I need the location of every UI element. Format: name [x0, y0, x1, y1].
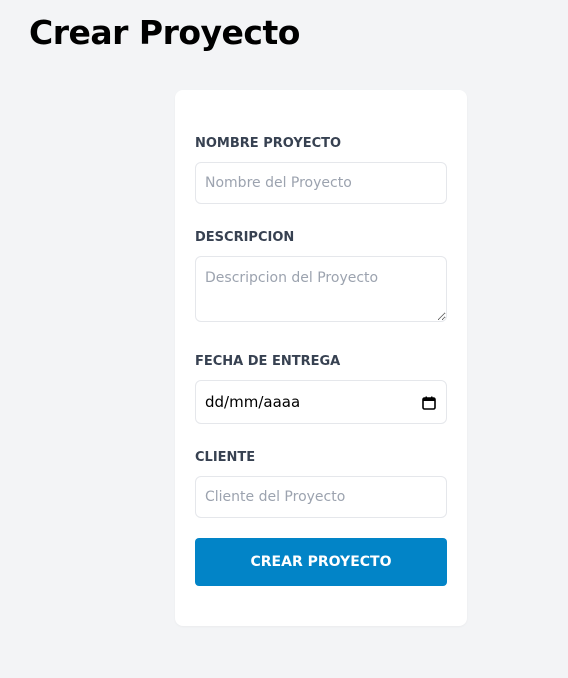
- descripcion-label: DESCRIPCION: [195, 230, 295, 245]
- cliente-label: CLIENTE: [195, 450, 256, 465]
- nombre-input[interactable]: [195, 162, 447, 204]
- create-project-page: Crear Proyecto NOMBRE PROYECTO DESCRIPCI…: [0, 0, 568, 678]
- crear-proyecto-button[interactable]: CREAR PROYECTO: [195, 538, 447, 586]
- project-form: NOMBRE PROYECTO DESCRIPCION FECHA DE ENT…: [175, 90, 467, 626]
- fecha-input[interactable]: dd/mm/aaaa: [195, 380, 447, 424]
- calendar-icon[interactable]: [422, 395, 436, 410]
- descripcion-textarea[interactable]: [195, 256, 447, 322]
- nombre-label: NOMBRE PROYECTO: [195, 136, 342, 151]
- fecha-placeholder: dd/mm/aaaa: [205, 393, 301, 411]
- page-title: Crear Proyecto: [29, 13, 300, 52]
- fecha-label: FECHA DE ENTREGA: [195, 354, 341, 369]
- cliente-input[interactable]: [195, 476, 447, 518]
